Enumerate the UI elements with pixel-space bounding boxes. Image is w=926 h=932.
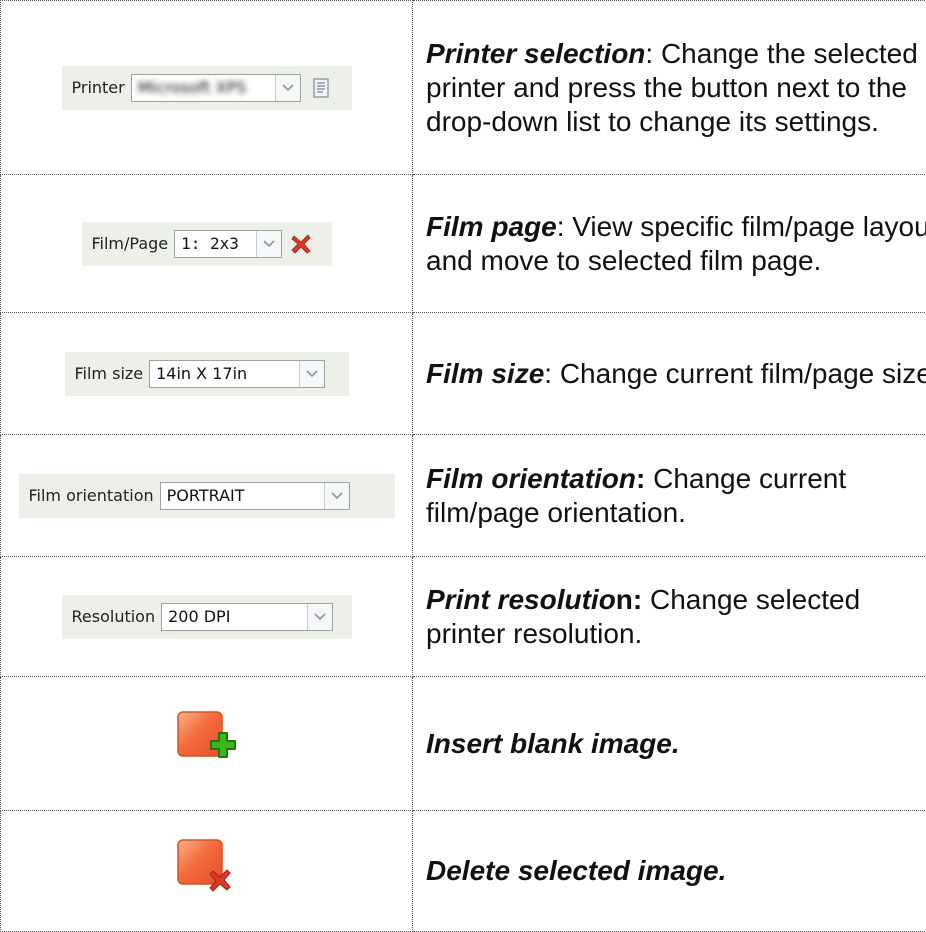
film-size-select[interactable]: 14in X 17in	[149, 360, 325, 388]
control-cell: Film/Page 1: 2x3	[1, 175, 413, 313]
description-cell: Film size: Change current film/page size…	[413, 313, 926, 435]
description-cell: Print resolution: Change selected printe…	[413, 557, 926, 677]
term-suffix: n:	[616, 584, 642, 615]
table-row: Film orientation PORTRAIT Film orientati…	[1, 435, 926, 557]
term-label: Insert blank image.	[426, 728, 680, 759]
table-row: Film size 14in X 17in Film size: Change …	[1, 313, 926, 435]
description-cell: Insert blank image.	[413, 677, 926, 811]
control-cell: Resolution 200 DPI	[1, 557, 413, 677]
delete-image-icon[interactable]	[175, 837, 239, 906]
description-cell: Film page: View specific film/page layou…	[413, 175, 926, 313]
chevron-down-icon[interactable]	[307, 604, 332, 630]
film-size-select-value: 14in X 17in	[150, 361, 299, 387]
remove-page-icon[interactable]	[290, 233, 312, 255]
film-page-label: Film/Page	[92, 234, 169, 253]
chevron-down-icon[interactable]	[275, 75, 300, 101]
description-cell: Film orientation: Change current film/pa…	[413, 435, 926, 557]
film-page-select-value: 1: 2x3	[175, 231, 256, 257]
table-row: Delete selected image.	[1, 811, 926, 932]
film-page-strip: Film/Page 1: 2x3	[82, 222, 332, 266]
term-label: Printer selection	[426, 38, 645, 69]
printer-settings-icon[interactable]	[313, 78, 329, 98]
film-page-select[interactable]: 1: 2x3	[174, 230, 282, 258]
printer-select[interactable]: Microsoft XPS	[131, 74, 301, 102]
table-row: Resolution 200 DPI Print resolution: Cha…	[1, 557, 926, 677]
control-cell: Printer Microsoft XPS	[1, 1, 413, 175]
film-orientation-select-value: PORTRAIT	[161, 483, 324, 509]
insert-blank-image-icon[interactable]	[175, 709, 239, 778]
film-orientation-strip: Film orientation PORTRAIT	[19, 474, 395, 518]
term-label: Film size	[426, 358, 544, 389]
description-text: : Change current film/page size.	[544, 358, 926, 389]
description-cell: Printer selection: Change the selected p…	[413, 1, 926, 175]
table-row: Printer Microsoft XPS	[1, 1, 926, 175]
resolution-label: Resolution	[72, 607, 156, 626]
feature-table: Printer Microsoft XPS	[0, 0, 926, 932]
term-label: Film orientation	[426, 463, 636, 494]
chevron-down-icon[interactable]	[299, 361, 324, 387]
resolution-strip: Resolution 200 DPI	[62, 595, 352, 639]
term-label: Delete selected image.	[426, 855, 726, 886]
printer-select-value: Microsoft XPS	[132, 75, 275, 101]
table-row: Film/Page 1: 2x3 Film page: View specifi…	[1, 175, 926, 313]
chevron-down-icon[interactable]	[324, 483, 349, 509]
printer-strip: Printer Microsoft XPS	[62, 66, 352, 110]
control-cell: Film size 14in X 17in	[1, 313, 413, 435]
resolution-select[interactable]: 200 DPI	[161, 603, 333, 631]
printer-label: Printer	[72, 78, 125, 97]
term-label: Film page	[426, 211, 557, 242]
control-cell	[1, 677, 413, 811]
term-label: Print resolutio	[426, 584, 616, 615]
chevron-down-icon[interactable]	[256, 231, 281, 257]
control-cell: Film orientation PORTRAIT	[1, 435, 413, 557]
film-size-label: Film size	[75, 364, 144, 383]
film-size-strip: Film size 14in X 17in	[65, 352, 349, 396]
description-cell: Delete selected image.	[413, 811, 926, 932]
control-cell	[1, 811, 413, 932]
table-row: Insert blank image.	[1, 677, 926, 811]
film-orientation-label: Film orientation	[29, 486, 154, 505]
film-orientation-select[interactable]: PORTRAIT	[160, 482, 350, 510]
term-suffix: :	[636, 463, 645, 494]
resolution-select-value: 200 DPI	[162, 604, 307, 630]
